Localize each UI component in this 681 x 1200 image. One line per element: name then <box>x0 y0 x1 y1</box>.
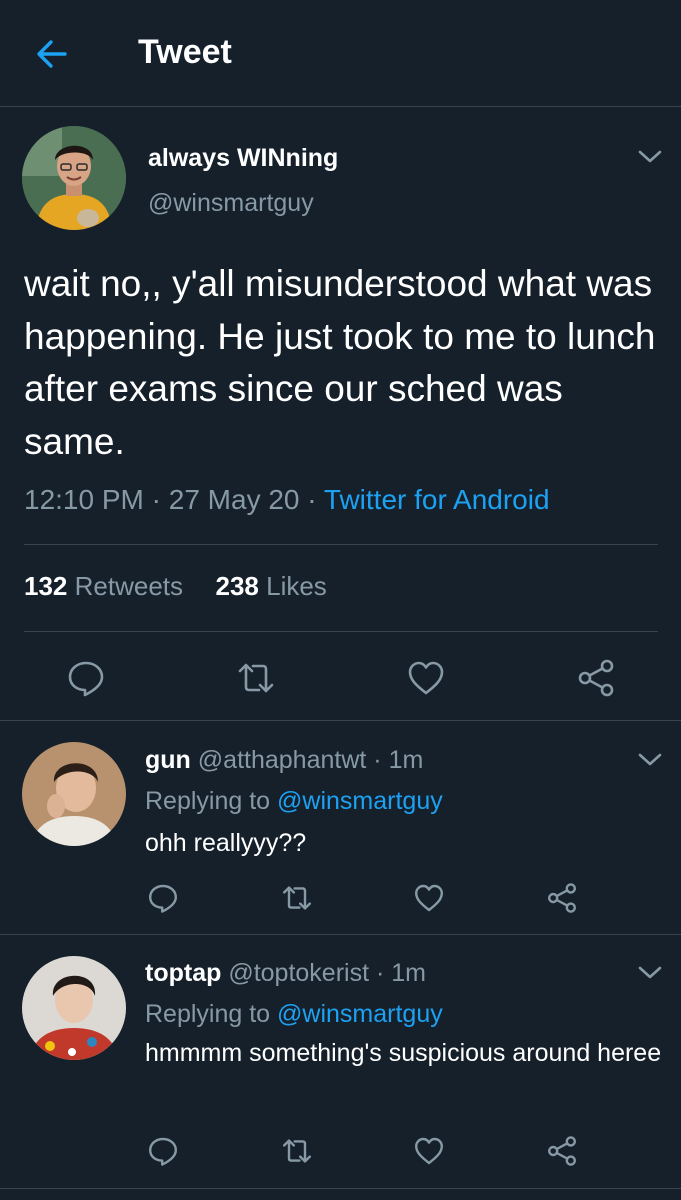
back-arrow-icon <box>37 40 67 68</box>
reply-icon <box>149 884 177 913</box>
reply-text: ohh reallyyy?? <box>145 829 307 857</box>
like-icon <box>408 661 444 695</box>
reply-author-handle[interactable]: @atthaphantwt <box>198 746 367 774</box>
meta-separator: · <box>373 746 382 774</box>
like-button[interactable] <box>413 1135 445 1167</box>
section-divider <box>0 1188 681 1189</box>
retweet-icon <box>283 886 311 910</box>
reply-button[interactable] <box>147 1135 179 1167</box>
meta-separator: · <box>307 484 317 515</box>
retweet-button[interactable] <box>281 882 313 914</box>
tweet-text: wait no,, y'all misunderstood what was h… <box>24 263 656 462</box>
share-button[interactable] <box>546 882 578 914</box>
reply-text: hmmmm something's suspicious around here… <box>145 1039 662 1067</box>
share-button[interactable] <box>546 1135 578 1167</box>
likes-stat[interactable]: 238 Likes <box>215 571 326 601</box>
replying-to: Replying to @winsmartguy <box>145 1000 443 1029</box>
chevron-down-icon <box>638 150 662 163</box>
author-name[interactable]: always WINning <box>148 144 338 173</box>
retweets-stat[interactable]: 132 Retweets <box>24 571 183 601</box>
replying-to-label: Replying to <box>145 787 271 815</box>
author-avatar[interactable] <box>22 126 126 230</box>
top-bar: Tweet <box>0 0 681 107</box>
section-divider <box>0 934 681 935</box>
reply-menu-button[interactable] <box>637 964 663 982</box>
reply-header: gun @atthaphantwt · 1m <box>145 746 423 775</box>
avatar-image <box>22 126 126 230</box>
meta-separator: · <box>151 484 161 515</box>
like-count: 238 <box>215 571 259 601</box>
like-button[interactable] <box>406 658 446 698</box>
avatar-image <box>22 956 126 1060</box>
reply-avatar[interactable] <box>22 956 126 1060</box>
reply-author-name[interactable]: gun <box>145 746 191 774</box>
tweet-date: 27 May 20 <box>168 484 300 515</box>
replying-to: Replying to @winsmartguy <box>145 787 443 816</box>
retweet-button[interactable] <box>236 658 276 698</box>
tweet-meta: 12:10 PM · 27 May 20 · Twitter for Andro… <box>24 484 550 516</box>
reply-author-handle[interactable]: @toptokerist <box>228 959 369 987</box>
reply-icon <box>68 661 104 697</box>
reply-time: 1m <box>391 959 427 987</box>
reply-icon <box>149 1137 177 1166</box>
replying-to-mention[interactable]: @winsmartguy <box>277 1000 443 1028</box>
reply-header: toptap @toptokerist · 1m <box>145 959 426 988</box>
reply-time: 1m <box>388 746 424 774</box>
retweet-icon <box>238 663 274 693</box>
tweet-stats: 132 Retweets 238 Likes <box>24 571 327 602</box>
avatar-image <box>22 742 126 846</box>
retweet-button[interactable] <box>281 1135 313 1167</box>
share-icon <box>578 659 614 697</box>
tweet-time: 12:10 PM <box>24 484 144 515</box>
divider <box>24 544 658 545</box>
reply-button[interactable] <box>147 882 179 914</box>
reply-menu-button[interactable] <box>637 751 663 769</box>
meta-separator: · <box>376 959 385 987</box>
section-divider <box>0 720 681 721</box>
tweet-source-link[interactable]: Twitter for Android <box>324 484 550 515</box>
reply-author-name[interactable]: toptap <box>145 959 221 987</box>
replying-to-mention[interactable]: @winsmartguy <box>277 787 443 815</box>
retweet-count: 132 <box>24 571 68 601</box>
reply-button[interactable] <box>66 658 106 698</box>
chevron-down-icon <box>638 966 662 979</box>
like-label: Likes <box>266 571 327 601</box>
retweet-icon <box>283 1139 311 1163</box>
reply-avatar[interactable] <box>22 742 126 846</box>
like-icon <box>415 884 443 912</box>
divider <box>24 631 658 632</box>
like-icon <box>415 1137 443 1165</box>
tweet-menu-button[interactable] <box>637 148 663 166</box>
page-title: Tweet <box>138 33 232 71</box>
back-button[interactable] <box>32 34 72 74</box>
share-icon <box>548 1136 576 1166</box>
like-button[interactable] <box>413 882 445 914</box>
retweet-label: Retweets <box>74 571 184 601</box>
author-handle[interactable]: @winsmartguy <box>148 189 314 218</box>
chevron-down-icon <box>638 753 662 766</box>
share-icon <box>548 883 576 913</box>
share-button[interactable] <box>576 658 616 698</box>
replying-to-label: Replying to <box>145 1000 271 1028</box>
